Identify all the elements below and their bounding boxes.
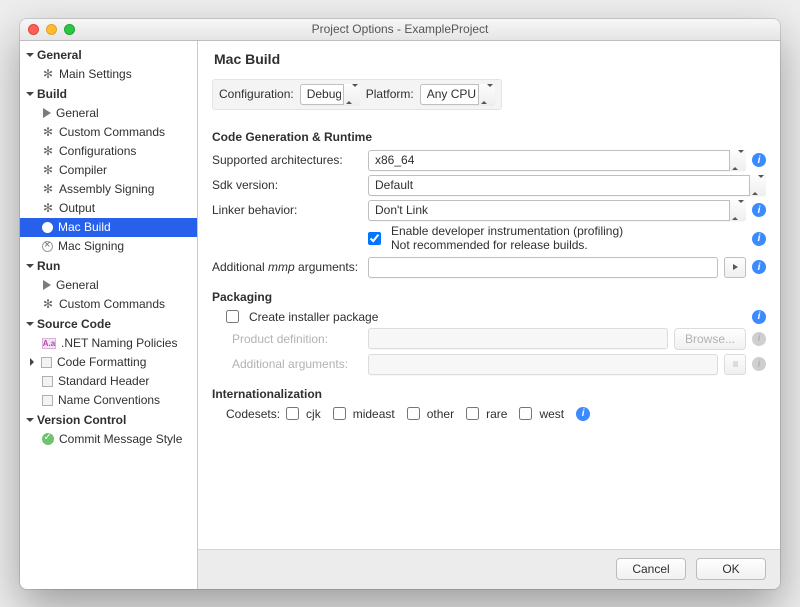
tree-group-vc[interactable]: Version Control: [20, 410, 197, 430]
tree-item-run-general[interactable]: General: [20, 276, 197, 295]
section-codegen: Code Generation & Runtime: [212, 130, 766, 144]
info-icon[interactable]: [752, 203, 766, 217]
tree-group-source[interactable]: Source Code: [20, 314, 197, 334]
configuration-label: Configuration:: [219, 87, 294, 101]
arch-label: Supported architectures:: [212, 153, 362, 167]
info-icon[interactable]: [752, 153, 766, 167]
info-icon[interactable]: [752, 232, 766, 246]
codeset-cjk[interactable]: cjk: [286, 407, 321, 421]
gear-icon: [42, 183, 54, 195]
circle-x-icon: [42, 241, 53, 252]
tree-item-compiler[interactable]: Compiler: [20, 161, 197, 180]
tree-group-build[interactable]: Build: [20, 84, 197, 104]
play-icon: [43, 280, 51, 290]
profiling-label: Enable developer instrumentation (profil…: [391, 225, 623, 253]
window-title: Project Options - ExampleProject: [20, 22, 780, 36]
category-tree[interactable]: General Main Settings Build General Cust…: [20, 41, 198, 589]
product-def-label: Product definition:: [212, 332, 362, 346]
gear-icon: [42, 145, 54, 157]
info-icon[interactable]: [752, 310, 766, 324]
config-toolbar: Configuration: Platform:: [212, 79, 502, 110]
linker-label: Linker behavior:: [212, 203, 362, 217]
mmp-label: Additional mmp arguments:: [212, 260, 362, 274]
box-icon: [42, 376, 53, 387]
section-intl: Internationalization: [212, 387, 766, 401]
gear-icon: [42, 202, 54, 214]
product-def-input: [368, 328, 668, 349]
browse-button: Browse...: [674, 328, 746, 350]
tree-item-standard-header[interactable]: Standard Header: [20, 372, 197, 391]
ok-button[interactable]: OK: [696, 558, 766, 580]
platform-label: Platform:: [366, 87, 414, 101]
play-icon: [43, 108, 51, 118]
info-icon[interactable]: [752, 260, 766, 274]
tree-item-naming-policies[interactable]: A.a.NET Naming Policies: [20, 334, 197, 353]
tree-item-assembly-signing[interactable]: Assembly Signing: [20, 180, 197, 199]
tree-item-custom-commands[interactable]: Custom Commands: [20, 123, 197, 142]
pkg-args-input: [368, 354, 718, 375]
codesets-label: Codesets:: [226, 407, 280, 421]
cancel-button[interactable]: Cancel: [616, 558, 686, 580]
box-icon: [42, 395, 53, 406]
tree-item-mac-build[interactable]: Mac Build: [20, 218, 197, 237]
codesets-group: cjk mideast other rare west: [286, 407, 590, 421]
gear-icon: [42, 164, 54, 176]
settings-panel: Mac Build Configuration: Platform: Code …: [198, 41, 780, 589]
codeset-rare[interactable]: rare: [466, 407, 507, 421]
tree-item-commit-style[interactable]: Commit Message Style: [20, 430, 197, 449]
info-icon: [752, 357, 766, 371]
tree-item-configurations[interactable]: Configurations: [20, 142, 197, 161]
tree-item-mac-signing[interactable]: Mac Signing: [20, 237, 197, 256]
tree-item-run-custom[interactable]: Custom Commands: [20, 295, 197, 314]
gear-icon: [42, 68, 54, 80]
mmp-run-button[interactable]: [724, 257, 746, 278]
tree-item-build-general[interactable]: General: [20, 104, 197, 123]
codeset-west[interactable]: west: [519, 407, 564, 421]
create-installer-label: Create installer package: [249, 310, 378, 324]
codeset-mideast[interactable]: mideast: [333, 407, 395, 421]
create-installer-checkbox[interactable]: [226, 310, 239, 323]
linker-select[interactable]: [368, 200, 746, 221]
section-packaging: Packaging: [212, 290, 766, 304]
profiling-checkbox[interactable]: [368, 232, 381, 245]
pkg-args-run-button: [724, 354, 746, 375]
mmp-input[interactable]: [368, 257, 718, 278]
codeset-other[interactable]: other: [407, 407, 454, 421]
gear-icon: [42, 126, 54, 138]
sdk-label: Sdk version:: [212, 178, 362, 192]
check-icon: [42, 433, 54, 445]
info-icon[interactable]: [576, 407, 590, 421]
tree-group-run[interactable]: Run: [20, 256, 197, 276]
arch-select[interactable]: [368, 150, 746, 171]
tree-item-name-conventions[interactable]: Name Conventions: [20, 391, 197, 410]
configuration-select[interactable]: [300, 84, 360, 105]
tree-item-output[interactable]: Output: [20, 199, 197, 218]
tree-item-main-settings[interactable]: Main Settings: [20, 65, 197, 84]
project-options-window: Project Options - ExampleProject General…: [20, 19, 780, 589]
platform-select[interactable]: [420, 84, 495, 105]
sdk-select[interactable]: [368, 175, 766, 196]
aa-icon: A.a: [42, 338, 56, 349]
pkg-args-label: Additional arguments:: [212, 357, 362, 371]
tree-item-code-formatting[interactable]: Code Formatting: [20, 353, 197, 372]
gear-icon: [42, 298, 54, 310]
circle-x-icon: [42, 222, 53, 233]
dialog-footer: Cancel OK: [198, 549, 780, 589]
box-icon: [41, 357, 52, 368]
tree-group-general[interactable]: General: [20, 45, 197, 65]
info-icon: [752, 332, 766, 346]
page-title: Mac Build: [214, 51, 766, 67]
titlebar[interactable]: Project Options - ExampleProject: [20, 19, 780, 41]
